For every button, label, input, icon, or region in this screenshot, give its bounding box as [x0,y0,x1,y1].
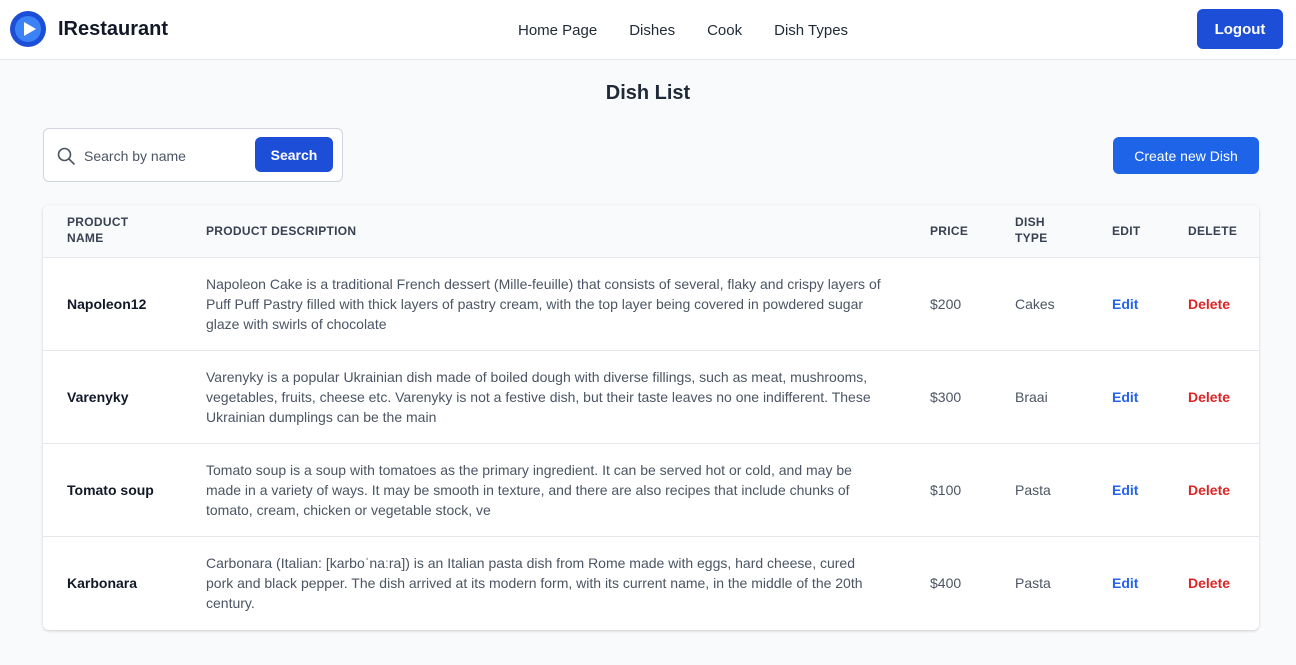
app-name: IRestaurant [58,17,169,40]
play-circle-icon [10,11,46,47]
brand[interactable]: IRestaurant [10,11,168,47]
dish-price: $100 [930,482,962,498]
edit-link[interactable]: Edit [1112,387,1138,407]
table-row: Tomato soup Tomato soup is a soup with t… [43,443,1259,536]
dish-table: Product Name Product Description Price D… [43,205,1259,630]
dish-price: $200 [930,296,962,312]
search-input[interactable] [84,143,254,169]
search-button[interactable]: Search [255,137,333,172]
dish-description: Varenyky is a popular Ukrainian dish mad… [206,369,871,425]
dish-description: Tomato soup is a soup with tomatoes as t… [206,462,852,518]
page-title: Dish List [605,82,691,104]
navbar: IRestaurant Home Page Dishes Cook Dish T… [0,0,1296,60]
delete-link[interactable]: Delete [1188,480,1230,500]
dish-type: Pasta [1015,482,1051,498]
header-delete: Delete [1188,224,1238,238]
table-header: Product Name Product Description Price D… [43,205,1259,257]
table-row: Karbonara Carbonara (Italian: [karboˈnaː… [43,536,1259,629]
dish-description: Napoleon Cake is a traditional French de… [206,276,881,332]
edit-link[interactable]: Edit [1112,294,1138,314]
dish-name: Tomato soup [67,482,154,498]
table-row: Varenyky Varenyky is a popular Ukrainian… [43,350,1259,443]
delete-link[interactable]: Delete [1188,387,1230,407]
nav-home-page[interactable]: Home Page [518,22,597,39]
create-new-dish-button[interactable]: Create new Dish [1113,137,1259,174]
logout-button[interactable]: Logout [1197,9,1283,49]
delete-link[interactable]: Delete [1188,573,1230,593]
dish-type: Pasta [1015,575,1051,591]
edit-link[interactable]: Edit [1112,573,1138,593]
dish-type: Braai [1015,389,1048,405]
search-form: Search [43,128,343,182]
delete-link[interactable]: Delete [1188,294,1230,314]
header-price: Price [930,224,969,238]
header-product-description: Product Description [206,224,357,238]
table-row: Napoleon12 Napoleon Cake is a traditiona… [43,257,1259,350]
header-edit: Edit [1112,224,1141,238]
nav-cook[interactable]: Cook [707,22,742,39]
dish-price: $300 [930,389,962,405]
dish-name: Karbonara [67,575,138,591]
nav-links: Home Page Dishes Cook Dish Types [518,0,880,60]
dish-type: Cakes [1015,296,1055,312]
nav-dish-types[interactable]: Dish Types [774,22,848,39]
header-dish-type: Dish Type [1015,215,1048,245]
edit-link[interactable]: Edit [1112,480,1138,500]
dish-description: Carbonara (Italian: [karboˈnaːra]) is an… [206,555,863,611]
nav-dishes[interactable]: Dishes [629,22,675,39]
dish-name: Varenyky [67,389,129,405]
dish-price: $400 [930,575,962,591]
header-product-name: Product Name [67,215,129,245]
search-icon [57,147,75,165]
dish-name: Napoleon12 [67,296,147,312]
